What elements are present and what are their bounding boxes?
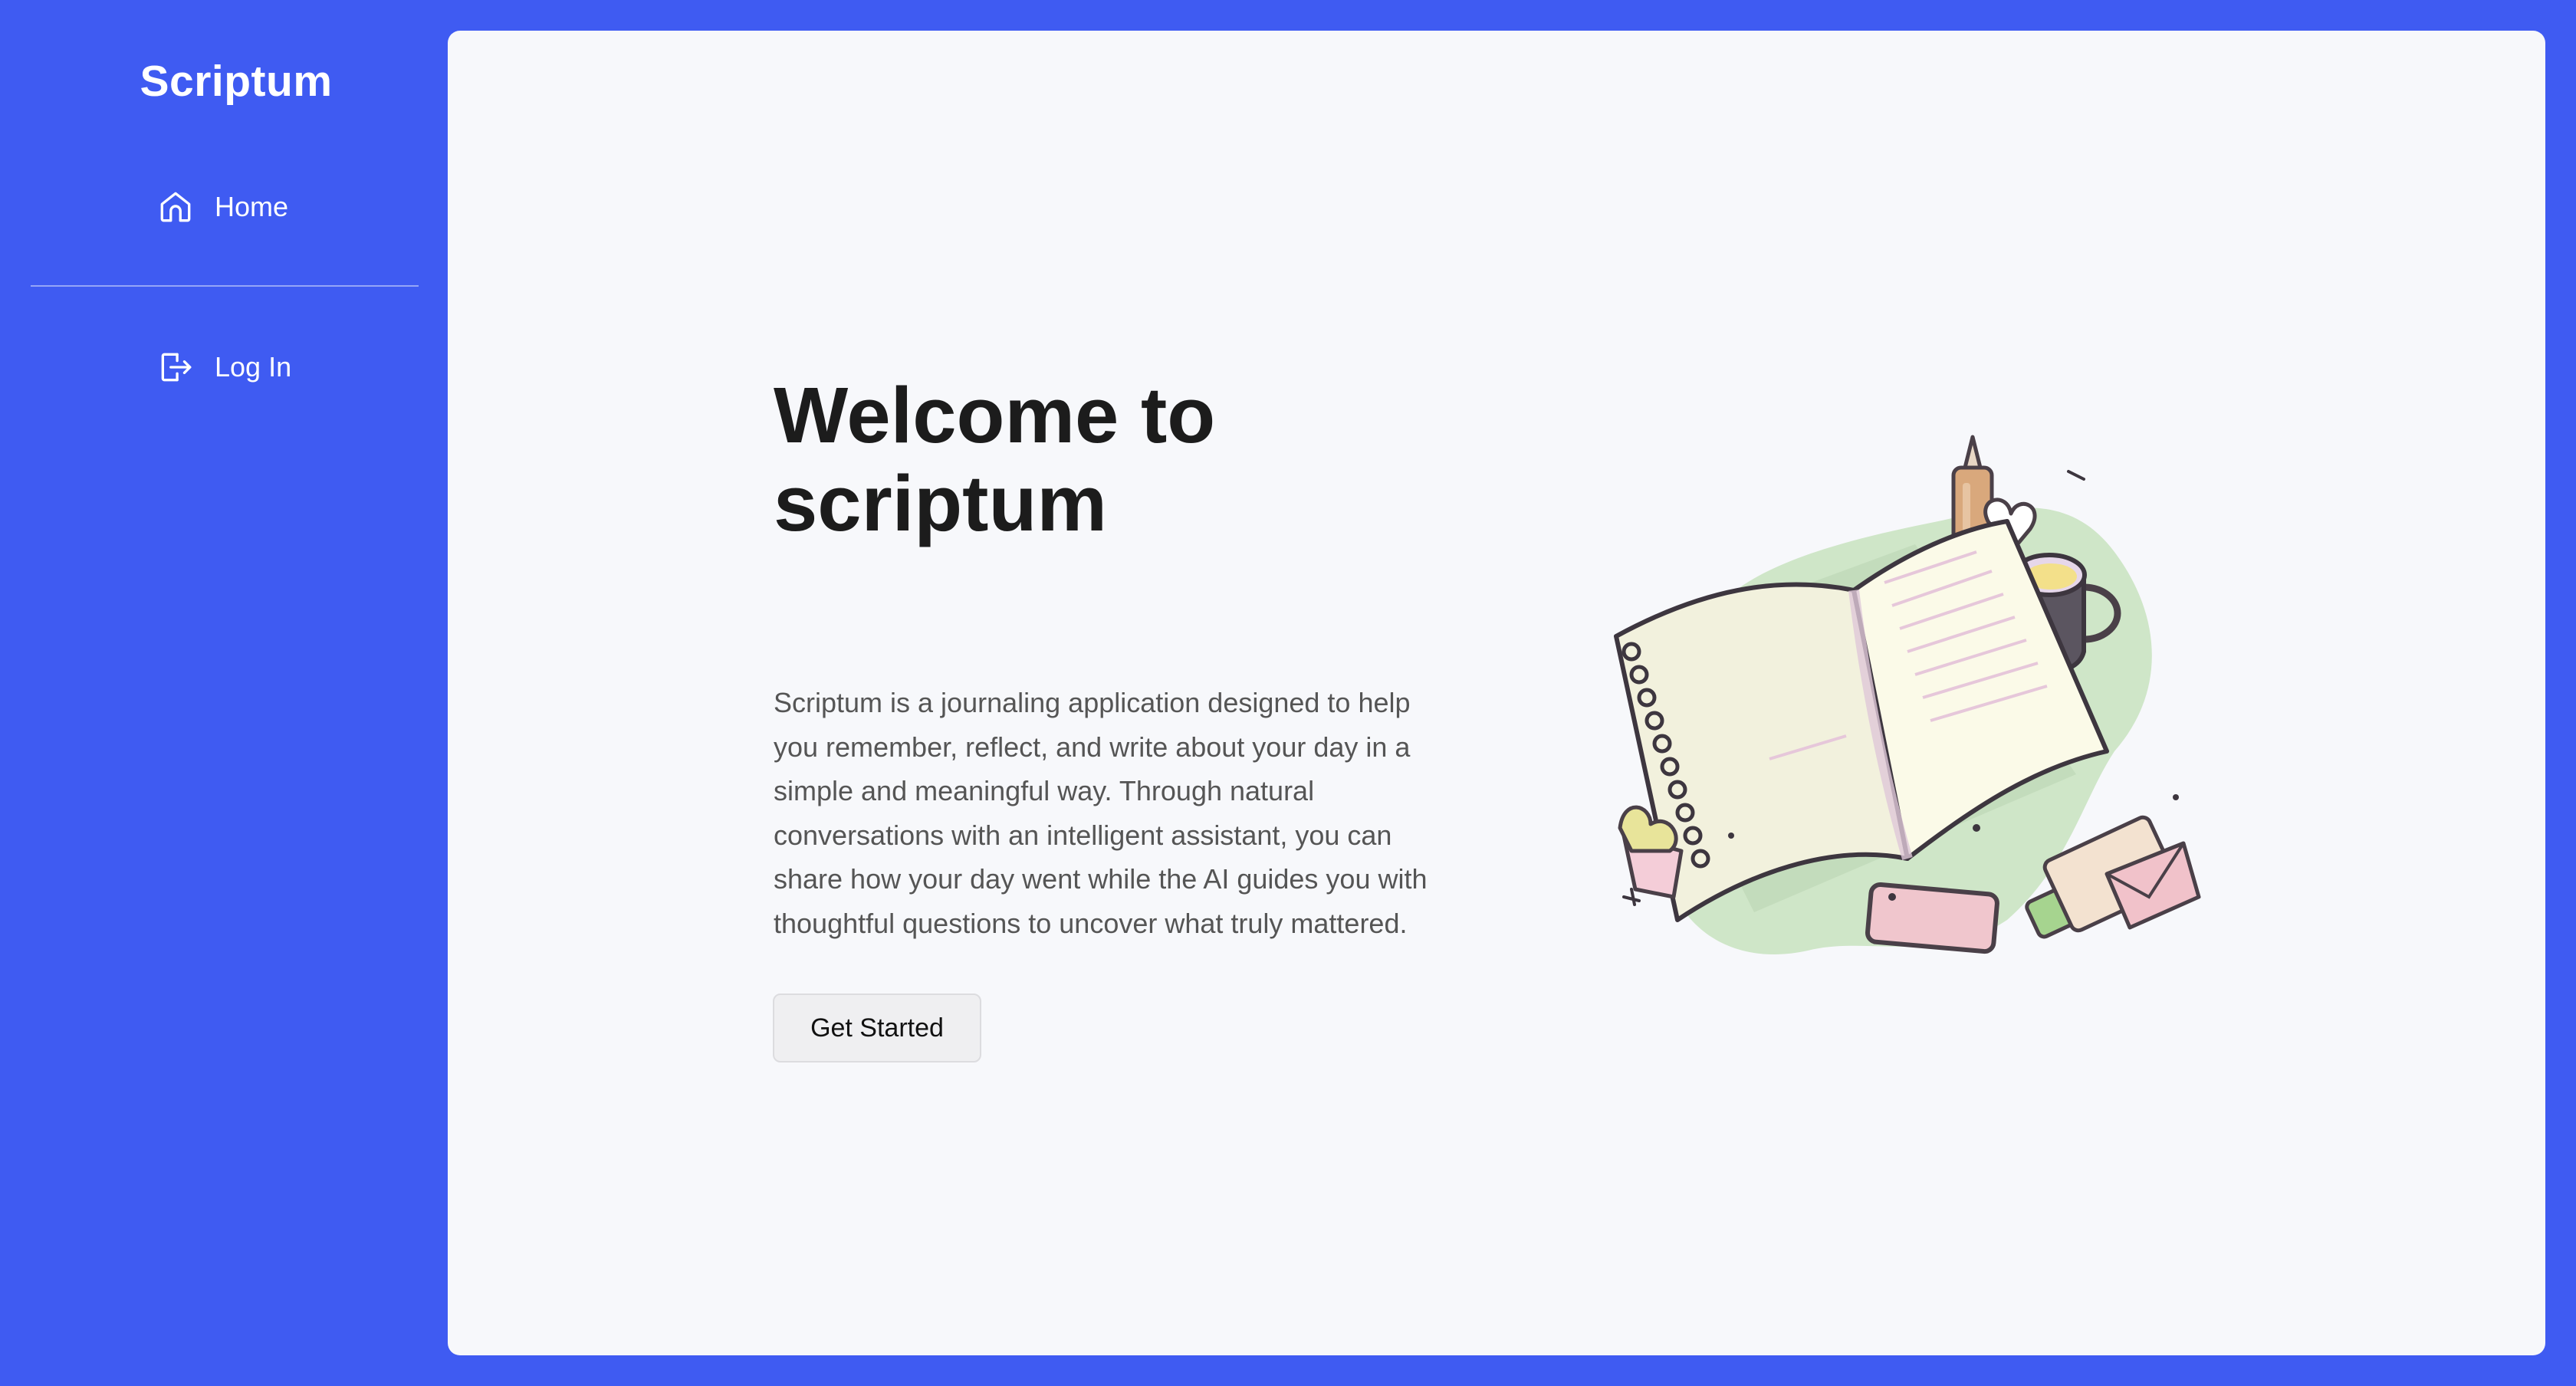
sidebar: Scriptum Home Log In bbox=[0, 0, 448, 1386]
app-logo[interactable]: Scriptum bbox=[0, 51, 472, 112]
page-title-line-1: Welcome to bbox=[774, 371, 1216, 459]
home-icon bbox=[156, 188, 195, 226]
get-started-button[interactable]: Get Started bbox=[773, 994, 981, 1062]
journal-illustration bbox=[1578, 399, 2206, 981]
eraser-illustration bbox=[1865, 882, 1999, 954]
sidebar-item-home[interactable]: Home bbox=[156, 182, 288, 232]
page-title: Welcome to scriptum bbox=[774, 371, 1464, 547]
sidebar-item-log-in[interactable]: Log In bbox=[156, 343, 291, 392]
sidebar-divider bbox=[31, 285, 419, 287]
sidebar-item-label: Log In bbox=[215, 351, 292, 383]
sidebar-item-label: Home bbox=[215, 191, 289, 222]
main-content: Welcome to scriptum Scriptum is a journa… bbox=[448, 31, 2545, 1355]
log-in-icon bbox=[156, 348, 195, 386]
app-description: Scriptum is a journaling application des… bbox=[774, 687, 1428, 939]
page-title-line-2: scriptum bbox=[774, 459, 1107, 547]
